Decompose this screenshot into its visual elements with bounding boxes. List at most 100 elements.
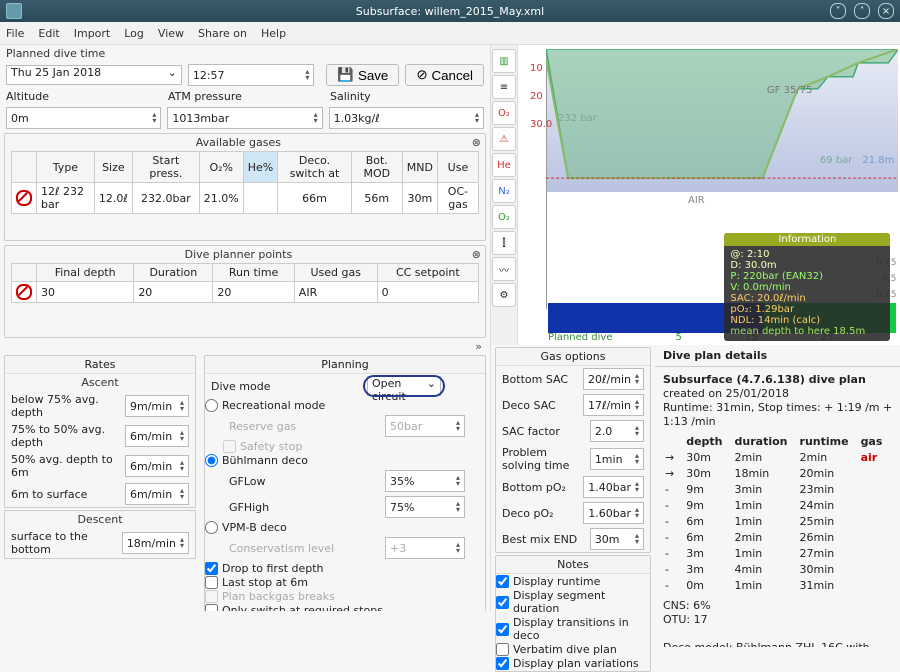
descent-subheader: Descent (5, 511, 195, 528)
table-row: -9m1min24min (665, 499, 892, 513)
rate-label: below 75% avg. depth (11, 393, 119, 419)
problem-time-input[interactable]: 1min▴▾ (590, 448, 644, 470)
bars-icon[interactable]: ⫿ (492, 231, 516, 255)
save-button[interactable]: 💾 Save (326, 64, 399, 86)
graph-icon[interactable]: 〰 (492, 257, 516, 281)
toggle-icon[interactable]: ≡ (492, 75, 516, 99)
last-stop-6m-check[interactable]: Last stop at 6m (205, 576, 485, 589)
bottom-sac-input[interactable]: 20ℓ/min▴▾ (583, 368, 644, 390)
plan-steps-table: depthdurationruntimegas →30m2min2minair→… (663, 433, 894, 595)
n2-toggle-icon[interactable]: N₂ (492, 179, 516, 203)
rate-input[interactable]: 18m/min▴▾ (122, 532, 189, 554)
dive-profile-chart[interactable]: GF 35/75 232 bar AIR 69 bar 21.8m 102030… (518, 45, 900, 345)
window-minimize-icon[interactable]: ˅ (830, 3, 846, 19)
verbatim-plan-check[interactable]: Verbatim dive plan (496, 643, 650, 656)
table-row: -6m2min26min (665, 531, 892, 545)
gfhigh-input[interactable]: 75%▴▾ (385, 496, 465, 518)
gf-label: GF 35/75 (767, 85, 813, 96)
time-input[interactable]: 12:57▴▾ (188, 64, 314, 86)
gas-air-label: AIR (688, 195, 705, 206)
rate-input[interactable]: 9m/min▴▾ (125, 395, 189, 417)
deco-sac-input[interactable]: 17ℓ/min▴▾ (583, 394, 644, 416)
dpp-title: Dive planner points (185, 248, 293, 261)
deco-po2-input[interactable]: 1.60bar▴▾ (583, 502, 644, 524)
rate-input[interactable]: 6m/min▴▾ (125, 425, 189, 447)
salinity-label: Salinity (330, 90, 371, 103)
display-segment-check[interactable]: Display segment duration (496, 589, 650, 615)
close-icon[interactable]: ⊗ (472, 136, 481, 149)
gear-icon[interactable]: ⚙ (492, 283, 516, 307)
dpp-table[interactable]: Final depthDurationRun timeUsed gasCC se… (11, 263, 479, 303)
conservatism-input: +3▴▾ (385, 537, 465, 559)
display-transitions-check[interactable]: Display transitions in deco (496, 616, 650, 642)
app-icon (6, 3, 22, 19)
display-variations-check[interactable]: Display plan variations (496, 657, 650, 670)
dive-mode-select[interactable]: Open circuit⌄ (367, 376, 441, 396)
close-icon[interactable]: ⊗ (472, 248, 481, 261)
buhlmann-radio[interactable]: Bühlmann deco (205, 454, 485, 467)
vpm-radio[interactable]: VPM-B deco (205, 521, 485, 534)
table-row: -3m1min27min (665, 547, 892, 561)
dive-plan-details: Subsurface (4.7.6.138) dive plan created… (655, 366, 900, 647)
rate-input[interactable]: 6m/min▴▾ (125, 483, 189, 505)
rate-label: surface to the bottom (11, 530, 116, 556)
pressure-end-label: 69 bar (820, 155, 853, 166)
backgas-breaks-check: Plan backgas breaks (205, 590, 485, 603)
rate-label: 75% to 50% avg. depth (11, 423, 119, 449)
sac-factor-input[interactable]: 2.0▴▾ (590, 420, 644, 442)
profile-toolbar: ▥ ≡ O₂ ⚠ He N₂ O₂ ⫿ 〰 ⚙ (491, 45, 518, 345)
pressure-start-label: 232 bar (558, 113, 597, 124)
dive-planner-points-panel: Dive planner points ⊗ Final depthDuration… (4, 245, 486, 338)
rate-label: 50% avg. depth to 6m (11, 453, 119, 479)
table-row: -6m1min25min (665, 515, 892, 529)
warning-icon[interactable]: ⚠ (492, 127, 516, 151)
chevron-double-down-icon[interactable]: » (0, 340, 490, 353)
notes-header: Notes (496, 556, 650, 574)
menu-view[interactable]: View (158, 27, 184, 40)
display-runtime-check[interactable]: Display runtime (496, 575, 650, 588)
best-mix-input[interactable]: 30m▴▾ (590, 528, 644, 550)
gas-options-header: Gas options (496, 348, 650, 366)
o2-toggle-icon[interactable]: O₂ (492, 101, 516, 125)
planning-header: Planning (205, 356, 485, 374)
table-row: -9m3min23min (665, 483, 892, 497)
altitude-label: Altitude (6, 90, 162, 103)
menu-help[interactable]: Help (261, 27, 286, 40)
chevron-down-icon: ⌄ (427, 377, 436, 395)
menu-import[interactable]: Import (74, 27, 111, 40)
rate-input[interactable]: 6m/min▴▾ (125, 455, 189, 477)
salinity-input[interactable]: 1.03kg/ℓ▴▾ (329, 107, 484, 129)
toggle-icon[interactable]: ▥ (492, 49, 516, 73)
depth-axis: 102030.0 (530, 55, 552, 139)
date-picker[interactable]: Thu 25 Jan 2018⌄ (6, 65, 182, 85)
atm-input[interactable]: 1013mbar▴▾ (167, 107, 322, 129)
gases-table[interactable]: TypeSizeStart press. O₂%He%Deco. switch … (11, 151, 479, 214)
menu-file[interactable]: File (6, 27, 24, 40)
he-toggle-icon[interactable]: He (492, 153, 516, 177)
delete-row-icon[interactable] (16, 284, 32, 300)
o2-icon[interactable]: O₂ (492, 205, 516, 229)
table-row[interactable]: 12ℓ 232 bar12.0ℓ232.0bar 21.0%66m 56m30m… (12, 183, 479, 214)
table-row[interactable]: 302020AIR0 (12, 282, 479, 303)
menu-share[interactable]: Share on (198, 27, 247, 40)
depth-end-label: 21.8m (862, 155, 894, 166)
table-row: →30m2min2minair (665, 451, 892, 465)
altitude-input[interactable]: 0m▴▾ (6, 107, 161, 129)
menu-log[interactable]: Log (124, 27, 144, 40)
chevron-down-icon: ⌄ (168, 66, 177, 84)
bottom-po2-input[interactable]: 1.40bar▴▾ (583, 476, 644, 498)
window-maximize-icon[interactable]: ˄ (854, 3, 870, 19)
menu-bar: File Edit Import Log View Share on Help (0, 22, 900, 45)
planned-dive-time-label: Planned dive time (6, 47, 484, 60)
table-row: -3m4min30min (665, 563, 892, 577)
table-row: →30m18min20min (665, 467, 892, 481)
menu-edit[interactable]: Edit (38, 27, 59, 40)
rate-label: 6m to surface (11, 488, 119, 501)
gflow-input[interactable]: 35%▴▾ (385, 470, 465, 492)
recreational-radio[interactable]: Recreational mode (205, 399, 485, 412)
cancel-button[interactable]: ⊘ Cancel (405, 64, 484, 86)
window-close-icon[interactable]: × (878, 3, 894, 19)
delete-row-icon[interactable] (16, 190, 32, 206)
reserve-gas-input: 50bar▴▾ (385, 415, 465, 437)
drop-first-depth-check[interactable]: Drop to first depth (205, 562, 485, 575)
